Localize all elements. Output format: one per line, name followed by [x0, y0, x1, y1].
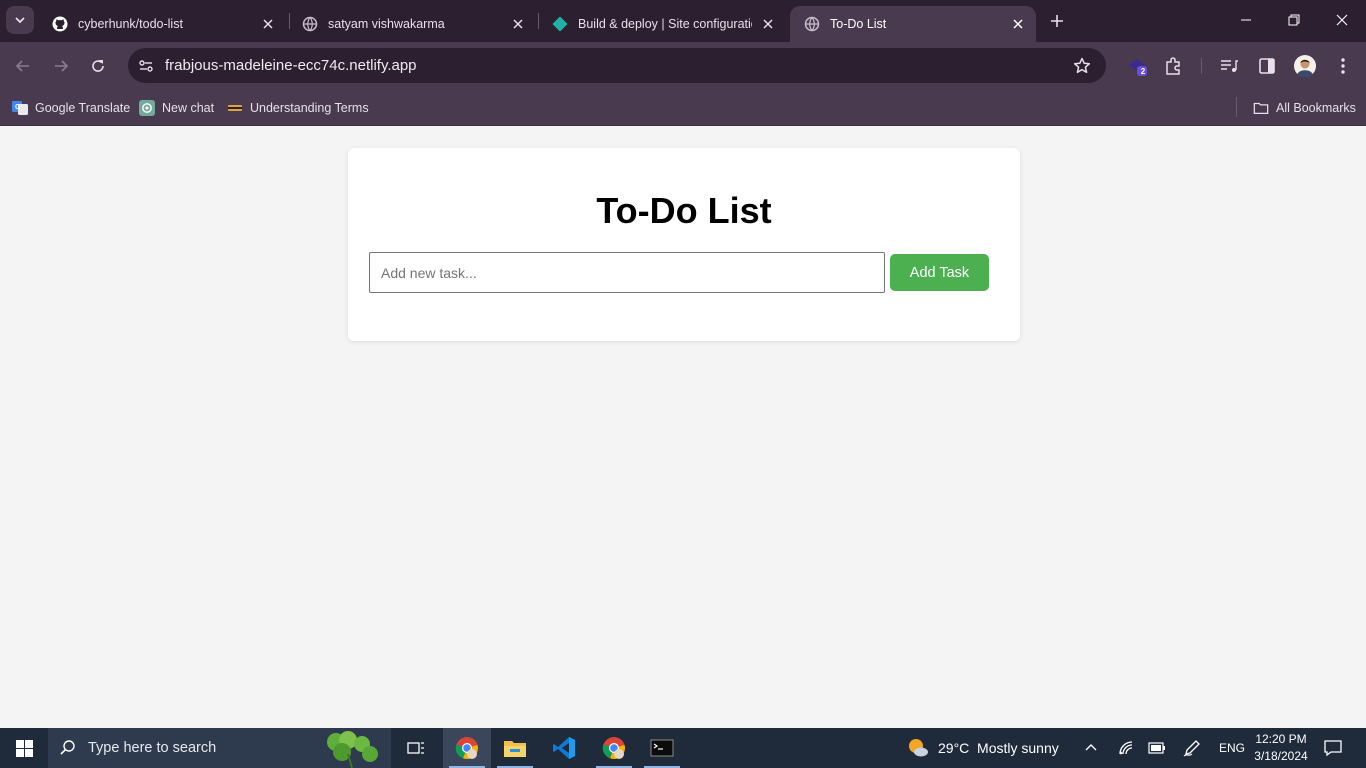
forward-button[interactable]: [47, 52, 75, 80]
side-panel-icon[interactable]: [1256, 55, 1278, 77]
reload-icon: [92, 60, 104, 72]
close-icon[interactable]: [510, 16, 526, 32]
new-task-input[interactable]: [369, 252, 885, 293]
bookmark-google-translate[interactable]: G Google Translate: [12, 96, 130, 120]
tab-title: To-Do List: [830, 17, 887, 31]
close-icon: [1336, 14, 1348, 26]
extension-badge: 2: [1140, 67, 1146, 76]
partly-sunny-icon: [909, 739, 928, 757]
svg-text:G: G: [15, 104, 21, 111]
close-icon[interactable]: [1010, 16, 1026, 32]
globe-icon: [302, 16, 318, 32]
tab-search-button[interactable]: [6, 6, 34, 34]
reload-button[interactable]: [84, 52, 112, 80]
notifications-button[interactable]: [1324, 728, 1342, 768]
taskbar-chrome-profile[interactable]: [590, 728, 638, 768]
bookmark-label: Understanding Terms: [250, 101, 369, 115]
all-bookmarks-label: All Bookmarks: [1276, 101, 1356, 115]
taskbar-vscode[interactable]: [540, 728, 588, 768]
windows-logo-icon: [15, 739, 33, 757]
new-tab-button[interactable]: [1046, 10, 1068, 32]
bookmark-understanding-terms[interactable]: Understanding Terms: [227, 96, 369, 120]
chevron-up-icon: [1085, 744, 1097, 751]
tab-title: satyam vishwakarma: [328, 17, 445, 31]
clock-time: 12:20 PM: [1255, 732, 1307, 746]
taskbar-file-explorer[interactable]: [491, 728, 539, 768]
clover-highlight-icon: [318, 728, 384, 768]
taskbar-clock[interactable]: 12:20 PM 3/18/2024: [1244, 731, 1318, 765]
taskbar-search-box[interactable]: Type here to search: [48, 728, 391, 768]
task-view-button[interactable]: [392, 728, 440, 768]
terminal-icon: [650, 739, 674, 757]
task-view-icon: [407, 742, 424, 754]
google-translate-icon: G: [12, 100, 28, 116]
all-bookmarks-button[interactable]: All Bookmarks: [1253, 96, 1356, 120]
toolbar-separator: [1201, 58, 1202, 74]
bookmark-label: Google Translate: [35, 101, 131, 115]
media-control-icon[interactable]: [1218, 55, 1240, 77]
close-icon[interactable]: [260, 16, 276, 32]
taskbar-chrome-active[interactable]: [443, 728, 491, 768]
plus-icon: [1051, 15, 1063, 27]
close-window-button[interactable]: [1318, 0, 1366, 40]
search-icon: [48, 728, 88, 768]
folder-icon: [1253, 100, 1269, 116]
extensions-puzzle-icon[interactable]: [1162, 55, 1184, 77]
url-text[interactable]: frabjous-madeleine-ecc74c.netlify.app: [165, 57, 417, 74]
close-icon[interactable]: [760, 16, 776, 32]
minimize-icon: [1241, 19, 1251, 21]
address-bar[interactable]: frabjous-madeleine-ecc74c.netlify.app: [128, 48, 1106, 83]
language-text: ENG: [1219, 741, 1246, 755]
bookmark-favicon: [227, 100, 243, 116]
tab-title: cyberhunk/todo-list: [78, 17, 183, 31]
bookmark-new-chat[interactable]: New chat: [139, 96, 214, 120]
more-menu-icon[interactable]: [1332, 55, 1354, 77]
bookmark-label: New chat: [162, 101, 215, 115]
back-button[interactable]: [9, 52, 37, 80]
tab-github[interactable]: cyberhunk/todo-list: [38, 6, 286, 42]
globe-icon: [804, 16, 820, 32]
profile-avatar[interactable]: [1294, 55, 1316, 77]
github-icon: [52, 16, 68, 32]
tab-satyam[interactable]: satyam vishwakarma: [288, 6, 536, 42]
todo-card: To-Do List Add Task: [348, 148, 1020, 341]
minimize-button[interactable]: [1222, 0, 1270, 40]
chrome-icon: [602, 737, 625, 760]
folder-icon: [504, 741, 526, 757]
taskbar-terminal[interactable]: [638, 728, 686, 768]
language-indicator[interactable]: ENG: [1219, 728, 1245, 768]
clock-date: 3/18/2024: [1254, 749, 1308, 763]
weather-text: 29°C Mostly sunny: [938, 740, 1059, 756]
arrow-left-icon: [15, 60, 29, 72]
arrow-right-icon: [55, 60, 69, 72]
bookmarks-bar: G Google Translate New chat Understandin…: [0, 90, 1366, 126]
bookmark-star-icon[interactable]: [1072, 56, 1092, 76]
pen-workspace-icon[interactable]: [1183, 728, 1201, 768]
notification-icon: [1324, 740, 1342, 757]
netlify-icon: [552, 16, 568, 32]
add-task-button[interactable]: Add Task: [890, 254, 989, 291]
battery-icon[interactable]: [1148, 728, 1166, 768]
browser-toolbar: frabjous-madeleine-ecc74c.netlify.app 2: [0, 42, 1366, 90]
tab-todo-list[interactable]: To-Do List: [790, 6, 1036, 42]
page-title: To-Do List: [596, 190, 772, 231]
site-info-icon[interactable]: [131, 51, 161, 81]
weather-widget[interactable]: 29°C Mostly sunny: [906, 728, 1059, 768]
chatgpt-icon: [139, 100, 155, 116]
start-button[interactable]: [0, 728, 48, 768]
restore-icon: [1288, 14, 1300, 26]
chrome-icon: [455, 737, 478, 760]
vscode-icon: [553, 737, 575, 759]
show-hidden-icons-button[interactable]: [1084, 728, 1098, 768]
bookmarks-separator: [1236, 97, 1237, 117]
windows-taskbar: Type here to search 29°C Mostly sunny EN…: [0, 728, 1366, 768]
search-placeholder: Type here to search: [88, 740, 217, 756]
extension-icon[interactable]: 2: [1126, 55, 1148, 77]
network-icon[interactable]: [1117, 728, 1135, 768]
tab-title: Build & deploy | Site configuration: [578, 17, 752, 31]
restore-button[interactable]: [1270, 0, 1318, 40]
tab-netlify[interactable]: Build & deploy | Site configuration: [538, 6, 786, 42]
tab-strip: cyberhunk/todo-list satyam vishwakarma B…: [0, 0, 1366, 42]
chevron-down-icon: [15, 17, 25, 24]
